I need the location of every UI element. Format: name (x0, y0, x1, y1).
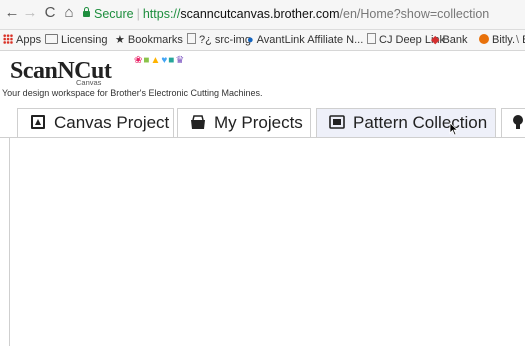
folder-icon (45, 34, 58, 44)
bookmark-bitly[interactable]: Bitly. (479, 30, 515, 50)
logo-subtext: Canvas (76, 78, 102, 87)
tab-my-projects[interactable]: My Projects (177, 108, 311, 137)
bookmark-apps[interactable]: Apps (3, 30, 41, 50)
url-field[interactable]: Secure | https://scanncutcanvas.brother.co… (83, 5, 525, 24)
url-host: scanncutcanvas.brother.com (180, 7, 340, 21)
avantlink-icon: ● (247, 34, 254, 46)
lock-icon (83, 7, 90, 18)
bookmark-b[interactable]: \B (516, 30, 525, 50)
url-protocol: https:// (142, 7, 181, 21)
pattern-collection-icon (329, 111, 345, 129)
tab-partial[interactable] (501, 108, 525, 137)
back-arrow-icon[interactable]: ← (4, 4, 20, 22)
document-icon (367, 33, 376, 44)
my-projects-icon (190, 111, 206, 129)
bank-icon: ◆ (431, 34, 440, 46)
bookmark-licensing[interactable]: Licensing (45, 30, 107, 50)
scanncut-logo[interactable]: ScanNCut Canvas (10, 57, 132, 89)
document-icon (187, 33, 196, 44)
rss-icon: \ (516, 34, 520, 46)
canvas-project-icon (30, 111, 46, 129)
reload-icon[interactable]: C (42, 4, 58, 22)
url-path: /en/Home?show=collection (339, 7, 490, 21)
bookmark-avantlink[interactable]: ● AvantLink Affiliate N... (247, 30, 363, 50)
star-icon: ★ (115, 34, 125, 46)
pattern-collection-content (9, 138, 525, 346)
mouse-cursor-icon (449, 122, 459, 136)
site-tagline: Your design workspace for Brother's Elec… (2, 88, 263, 98)
secure-label: Secure (94, 7, 134, 21)
apps-grid-icon (3, 34, 13, 44)
bookmarks-bar: Apps Licensing ★ Bookmarks ?¿ src-img ● Av… (0, 30, 525, 51)
logo-decoration-icons: ❀■▲♥■♛ (134, 55, 186, 66)
tab-canvas-project[interactable]: Canvas Project (17, 108, 174, 137)
partial-tab-icon (512, 111, 525, 129)
bookmark-bank[interactable]: ◆ Bank (431, 30, 468, 50)
address-bar-row: ← → C ⌂ Secure | https://scanncutcanvas.br… (0, 0, 525, 30)
forward-arrow-icon[interactable]: → (22, 4, 38, 22)
home-icon[interactable]: ⌂ (61, 4, 77, 22)
bookmark-bookmarks[interactable]: ★ Bookmarks (115, 30, 183, 50)
tab-pattern-collection[interactable]: Pattern Collection (316, 108, 496, 137)
bookmark-src-img[interactable]: ?¿ src-img (187, 30, 251, 50)
bitly-icon (479, 34, 489, 44)
